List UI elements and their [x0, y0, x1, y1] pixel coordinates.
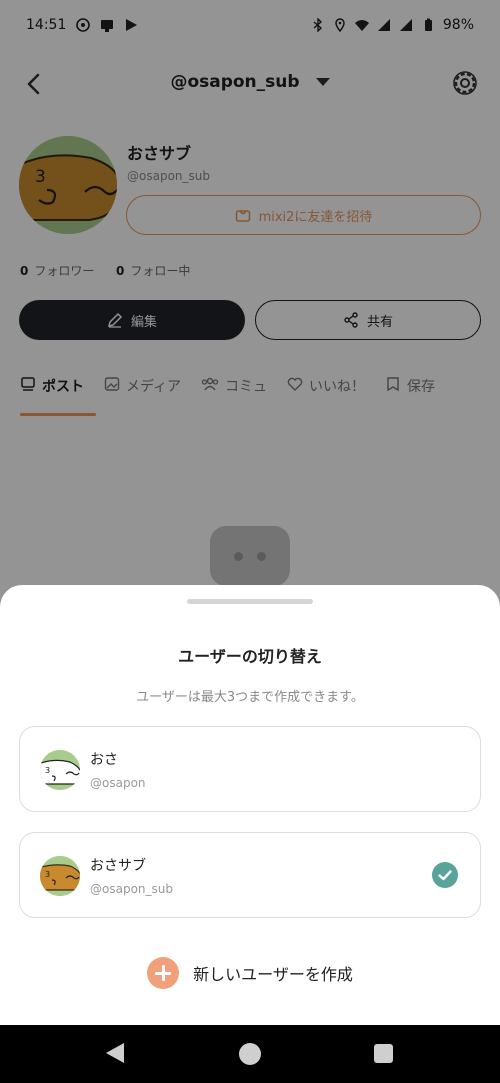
create-user-label: 新しいユーザーを作成 [193, 965, 353, 984]
create-user-button[interactable]: 新しいユーザーを作成 [0, 957, 500, 989]
sheet-subtitle: ユーザーは最大3つまで作成できます。 [136, 690, 364, 705]
nav-back-icon[interactable] [106, 1043, 124, 1063]
account-name: おさ [90, 752, 118, 768]
plus-icon [147, 957, 180, 989]
avatar: 3 [40, 750, 80, 790]
sheet-drag-handle[interactable] [187, 599, 313, 604]
sheet-title: ユーザーの切り替え [178, 647, 322, 666]
nav-home-icon[interactable] [239, 1043, 261, 1065]
svg-text:3: 3 [45, 766, 50, 775]
account-handle: @osapon [90, 776, 146, 790]
account-item[interactable]: 3 おさ @osapon [19, 726, 481, 812]
account-item[interactable]: 3 おさサブ @osapon_sub [19, 832, 481, 918]
account-handle: @osapon_sub [90, 882, 173, 896]
svg-text:3: 3 [45, 870, 50, 879]
system-nav-bar [0, 1025, 500, 1083]
avatar: 3 [40, 856, 80, 896]
switch-user-sheet: ユーザーの切り替え ユーザーは最大3つまで作成できます。 3 おさ @osapo… [0, 585, 500, 1025]
check-icon [432, 862, 458, 888]
account-name: おさサブ [90, 858, 146, 874]
nav-recents-icon[interactable] [374, 1044, 393, 1063]
